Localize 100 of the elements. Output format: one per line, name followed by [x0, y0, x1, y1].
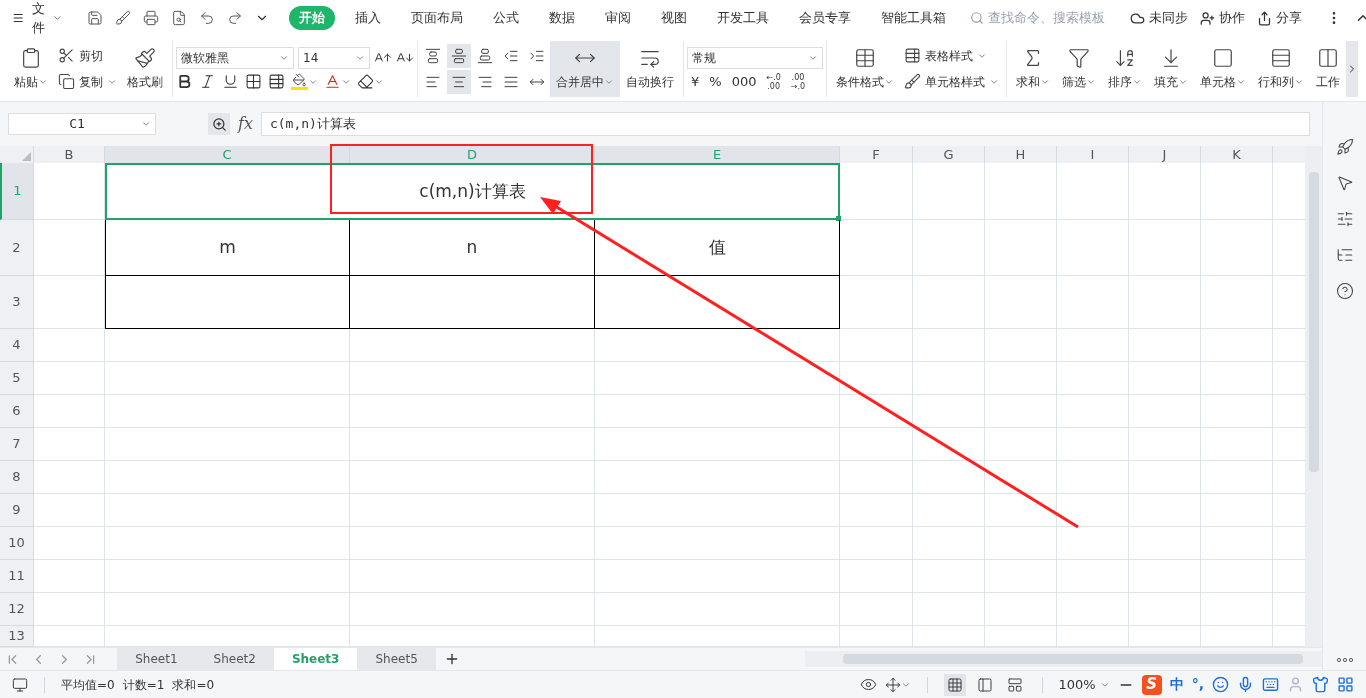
sum-button[interactable]: 求和 [1010, 40, 1056, 97]
fill-color-button[interactable] [291, 73, 318, 90]
row-header[interactable]: 2 [0, 220, 34, 276]
sheet-tab[interactable]: Sheet2 [195, 647, 274, 671]
number-format-select[interactable]: 常规 [687, 46, 823, 69]
smile-icon[interactable] [1212, 676, 1229, 693]
column-header[interactable]: J [1129, 146, 1201, 163]
shirt-icon[interactable] [1312, 676, 1329, 693]
caret-icon [279, 53, 289, 63]
cell-style-button[interactable]: 单元格样式 [900, 68, 1003, 95]
clear-button[interactable] [357, 73, 384, 90]
collaborate-button[interactable]: 协作 [1196, 8, 1249, 28]
grid-cell [34, 329, 105, 362]
grid-icon[interactable] [1337, 676, 1354, 693]
row-header[interactable]: 9 [0, 494, 34, 527]
border-button[interactable] [245, 73, 262, 90]
row-header[interactable]: 8 [0, 461, 34, 494]
ribbon-tab[interactable]: 公式 [483, 6, 529, 30]
focus-button[interactable] [884, 676, 911, 693]
name-box[interactable]: C1 [8, 113, 156, 135]
align-middle-button[interactable] [447, 43, 471, 68]
view-icon [946, 676, 963, 693]
cell-button[interactable]: 单元格 [1194, 40, 1252, 97]
decimal-button[interactable]: .00 →.0 [790, 72, 806, 91]
wrap-text-button[interactable]: 自动换行 [620, 40, 680, 97]
merge-center-button[interactable]: 合并居中 [550, 40, 620, 97]
vertical-scrollbar[interactable] [1305, 146, 1322, 647]
sliders-button[interactable] [1335, 210, 1354, 228]
ribbon-tab[interactable]: 审阅 [595, 6, 641, 30]
keyboard-icon[interactable] [1262, 676, 1279, 693]
table-style-button[interactable]: 表格样式 [900, 42, 1003, 69]
more-button[interactable] [1336, 658, 1353, 662]
conditional-format-button[interactable]: 条件格式 [830, 40, 900, 97]
cell-fill-button[interactable] [268, 73, 285, 90]
ime-mode[interactable]: °, [1191, 674, 1204, 695]
grid-cell [1057, 329, 1129, 362]
column-header[interactable]: I [1057, 146, 1129, 163]
row-header[interactable]: 6 [0, 395, 34, 428]
font-color-button[interactable] [324, 73, 351, 90]
list-button[interactable] [1335, 246, 1354, 264]
pointer-button[interactable] [1335, 174, 1354, 192]
worksheet-button[interactable]: 工作 [1310, 40, 1346, 97]
font-size-select[interactable]: 14 [298, 47, 370, 69]
fill-button[interactable]: 填充 [1148, 40, 1194, 97]
column-header[interactable]: G [913, 146, 985, 163]
share-button[interactable]: 分享 [1253, 8, 1306, 28]
row-header[interactable]: 13 [0, 626, 34, 647]
copy-button[interactable]: 复制 [54, 68, 121, 95]
ime-mode[interactable]: 中 [1169, 674, 1184, 695]
ribbon-tab[interactable]: 插入 [345, 6, 391, 30]
zoom-button[interactable] [208, 113, 230, 135]
function-label[interactable]: fx [238, 112, 253, 136]
help-button[interactable] [1335, 282, 1354, 300]
ribbon-tab[interactable]: 视图 [651, 6, 697, 30]
rocket-button[interactable] [1335, 138, 1354, 156]
row-header[interactable]: 11 [0, 560, 34, 593]
column-header[interactable]: F [840, 146, 913, 163]
number-format-button[interactable]: ¥ [691, 75, 700, 88]
normal-view-button[interactable] [943, 673, 966, 696]
search-field[interactable]: 查找命令、搜索模板 [970, 8, 1118, 28]
cloud-icon [1130, 10, 1145, 26]
row-header[interactable]: 3 [0, 276, 34, 329]
row-header[interactable]: 7 [0, 428, 34, 461]
ribbon-tab[interactable]: 智能工具箱 [871, 6, 956, 30]
rows-columns-button[interactable]: 行和列 [1252, 40, 1310, 97]
file-menu[interactable]: 文件 [8, 0, 67, 38]
ribbon-tab[interactable]: 开发工具 [707, 6, 779, 30]
zoom-select[interactable]: 100% [1058, 674, 1110, 695]
align-center-button[interactable] [447, 69, 471, 94]
row-header[interactable]: 12 [0, 593, 34, 626]
number-format-button[interactable]: 000 [731, 75, 757, 88]
bold-button[interactable] [176, 73, 193, 90]
sort-button[interactable]: 排序 [1102, 40, 1148, 97]
sync-button[interactable]: 未同步 [1126, 8, 1192, 28]
eye-icon[interactable] [859, 676, 877, 693]
horizontal-scrollbar[interactable] [805, 651, 1322, 667]
filter-button[interactable]: 筛选 [1056, 40, 1102, 97]
ribbon-tab[interactable]: 会员专享 [789, 6, 861, 30]
ribbon-tab[interactable]: 数据 [539, 6, 585, 30]
font-family-select[interactable]: 微软雅黑 [176, 47, 294, 69]
row-header[interactable]: 4 [0, 329, 34, 362]
sheet-tab[interactable]: Sheet1 [117, 647, 196, 671]
column-header[interactable]: K [1201, 146, 1273, 163]
column-header[interactable]: H [985, 146, 1057, 163]
sheet-tab[interactable]: Sheet5 [357, 647, 436, 671]
cut-button[interactable]: 剪切 [54, 42, 121, 69]
formula-field[interactable]: c(m,n)计算表 [260, 112, 1310, 136]
copy-icon [58, 73, 75, 90]
decimal-button[interactable]: ←.0 .00 [766, 72, 781, 91]
number-format-button[interactable]: % [709, 75, 722, 88]
ribbon-tab[interactable]: 页面布局 [401, 6, 473, 30]
microphone-icon[interactable] [1237, 676, 1254, 693]
fill-handle[interactable] [836, 216, 841, 221]
table-style-icon [904, 47, 921, 64]
row-header[interactable]: 5 [0, 362, 34, 395]
format-painter-button[interactable]: 格式刷 [121, 40, 169, 97]
paste-button[interactable]: 粘贴 [8, 40, 54, 97]
row-header[interactable]: 10 [0, 527, 34, 560]
italic-button[interactable] [199, 73, 216, 90]
underline-button[interactable] [222, 73, 239, 90]
